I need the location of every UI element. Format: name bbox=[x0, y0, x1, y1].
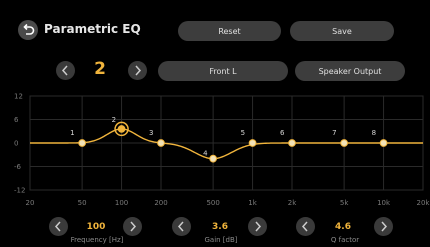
x-tick-label: 50 bbox=[78, 199, 87, 207]
x-tick-label: 5k bbox=[340, 199, 349, 207]
band-point[interactable] bbox=[78, 139, 87, 147]
q-decrease-button[interactable] bbox=[296, 217, 315, 236]
x-tick-label: 1k bbox=[248, 199, 257, 207]
chevron-left-icon bbox=[54, 221, 61, 232]
band-label: 7 bbox=[332, 129, 336, 137]
y-tick-label: 6 bbox=[14, 116, 19, 124]
y-tick-label: 0 bbox=[14, 140, 18, 148]
gain-decrease-button[interactable] bbox=[172, 217, 191, 236]
band-point[interactable] bbox=[340, 139, 349, 147]
band-label: 6 bbox=[280, 129, 285, 137]
chevron-right-icon bbox=[381, 221, 388, 232]
band-point[interactable] bbox=[117, 125, 126, 133]
gain-caption: Gain [dB] bbox=[204, 236, 238, 244]
q-value: 4.6 bbox=[335, 222, 351, 232]
frequency-decrease-button[interactable] bbox=[49, 217, 68, 236]
x-tick-label: 2k bbox=[288, 199, 297, 207]
gain-increase-button[interactable] bbox=[248, 217, 267, 236]
band-point[interactable] bbox=[157, 139, 165, 147]
band-point[interactable] bbox=[248, 139, 257, 147]
chevron-right-icon bbox=[130, 221, 137, 232]
band-label: 2 bbox=[112, 116, 116, 124]
band-label: 4 bbox=[203, 150, 208, 158]
band-point[interactable] bbox=[379, 139, 388, 147]
frequency-value: 100 bbox=[86, 222, 106, 232]
y-tick-label: 12 bbox=[14, 93, 23, 101]
chevron-left-icon bbox=[301, 221, 308, 232]
frequency-increase-button[interactable] bbox=[123, 217, 142, 236]
q-caption: Q factor bbox=[330, 236, 360, 244]
x-tick-label: 10k bbox=[377, 199, 391, 207]
frequency-caption: Frequency [Hz] bbox=[70, 236, 124, 244]
x-tick-label: 200 bbox=[154, 199, 167, 207]
band-label: 8 bbox=[372, 129, 376, 137]
band-point[interactable] bbox=[288, 139, 296, 147]
q-increase-button[interactable] bbox=[374, 217, 393, 236]
x-tick-label: 100 bbox=[115, 199, 128, 207]
eq-curve bbox=[30, 128, 423, 160]
gain-value: 3.6 bbox=[212, 222, 228, 232]
eq-graph[interactable]: 1260-6-12 20 50 100 200 500 1k 2k 5k 10k 20k 1234… bbox=[0, 0, 430, 247]
chevron-left-icon bbox=[177, 221, 184, 232]
band-point[interactable] bbox=[209, 154, 218, 163]
chevron-right-icon bbox=[255, 221, 262, 232]
y-tick-label: -6 bbox=[14, 163, 22, 171]
band-label: 1 bbox=[70, 129, 74, 137]
y-tick-label: -12 bbox=[14, 187, 25, 195]
x-tick-label: 20k bbox=[417, 199, 430, 207]
x-tick-label: 500 bbox=[206, 199, 219, 207]
band-label: 5 bbox=[241, 129, 245, 137]
x-tick-label: 20 bbox=[26, 199, 35, 207]
band-label: 3 bbox=[149, 129, 153, 137]
